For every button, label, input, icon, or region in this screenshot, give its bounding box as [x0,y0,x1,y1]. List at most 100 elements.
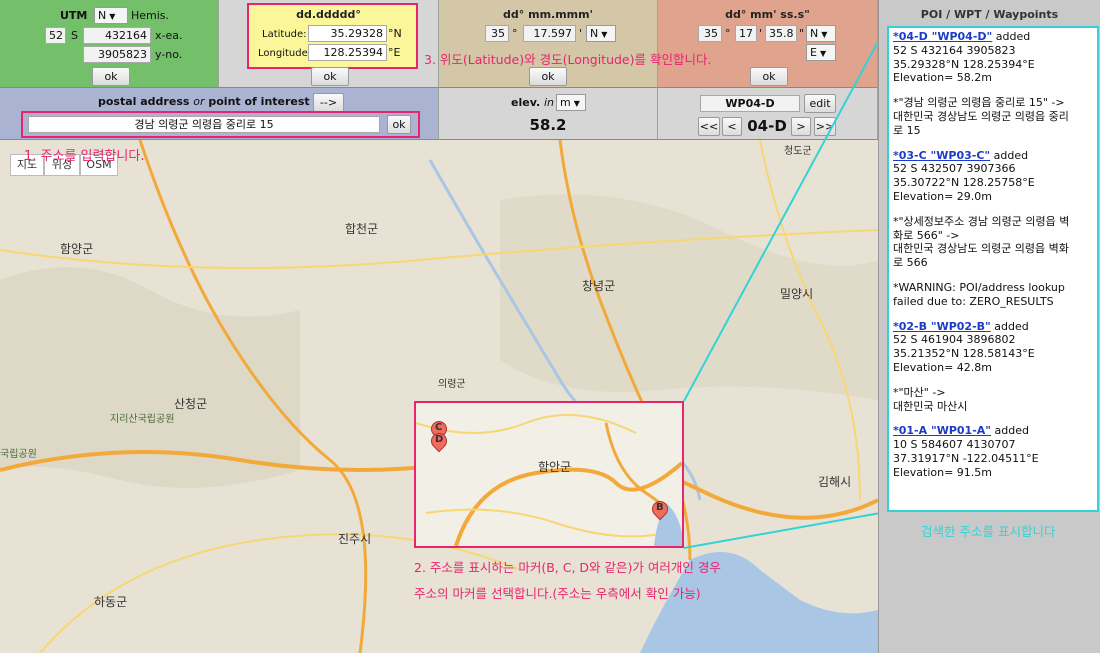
waypoint-log[interactable]: *04-D "WP04-D" added 52 S 432164 3905823 3… [887,26,1099,512]
utm-northing-input[interactable]: 3905823 [83,46,151,63]
log-line: 52 S 461904 3896802 [893,333,1016,347]
log-gap [893,204,1093,215]
log-text-entry: *"상세정보주소 경남 의령군 의령읍 벽 화로 566" -> 대한민국 경상남도… [893,215,1093,270]
log-entry-suffix: added [992,30,1031,43]
log-line: Elevation= 29.0m [893,189,993,203]
dms-degrees-input[interactable]: 35 [698,25,722,42]
address-input[interactable]: 경남 의령군 의령읍 중리로 15 [28,116,380,133]
map-place-label: 의령군 [438,379,466,390]
marker-b-label: B [656,502,664,513]
map-background [0,140,878,653]
address-arrow-button[interactable]: --> [313,93,344,112]
log-entry-header: *01-A "WP01-A" added [893,424,1093,438]
latitude-unit: °N [388,27,402,40]
dms-second-symbol: " [799,27,805,40]
dms-lon-hemisphere-select[interactable]: E [806,44,836,61]
log-gap [893,309,1093,320]
log-line: 로 566 [893,256,928,270]
log-gap [893,85,1093,96]
annotation-step2-line2: 주소의 마커를 선택합니다.(주소는 우측에서 확인 가능) [414,586,701,601]
ddm-minute-symbol: ' [579,27,583,40]
inset-place-label: 함안군 [538,460,572,474]
waypoint-link[interactable]: *03-C "WP03-C" [893,149,990,162]
annotation-step2-line1: 2. 주소를 표시하는 마커(B, C, D와 같은)가 여러개인 경우 [414,560,721,575]
log-waypoint-entry: *04-D "WP04-D" added 52 S 432164 3905823 3… [893,30,1093,85]
log-gap [893,413,1093,424]
longitude-input[interactable]: 128.25394 [308,44,387,61]
waypoint-link[interactable]: *04-D "WP04-D" [893,30,992,43]
ddm-degree-symbol: ° [512,27,518,40]
elevation-title-in: in [544,96,555,109]
ddm-ok-button[interactable]: ok [529,67,567,86]
waypoint-prev-button[interactable]: < [722,117,742,136]
waypoint-next-button[interactable]: > [791,117,811,136]
log-line: 52 S 432164 3905823 [893,43,1016,57]
log-line: *WARNING: POI/address lookup [893,280,1065,294]
dms-panel: dd° mm' ss.s" 35 ° 17 ' 35.8 " N E ok [658,0,878,88]
utm-title: UTM [60,9,88,22]
annotation-step4: 검색한 주소를 표시합니다 [921,524,1056,539]
elevation-panel: elev. in m 58.2 [439,88,658,140]
log-text-entry: *"마산" -> 대한민국 마산시 [893,386,1093,414]
map-place-label: 김해시 [818,475,852,489]
log-line: Elevation= 58.2m [893,71,993,85]
address-panel: postal address or point of interest (poi… [0,88,439,140]
waypoint-link[interactable]: *01-A "WP01-A" [893,424,991,437]
map-place-label: 진주시 [338,532,372,546]
annotation-step3: 3. 위도(Latitude)와 경도(Longitude)를 확인합니다. [424,52,712,67]
map[interactable]: 지도 위성 OSM 합천군 함양군 창녕군 밀양시 의령군 산청군 지리산국립공… [0,140,878,653]
latitude-input[interactable]: 35.29328 [308,25,387,42]
elevation-unit-select[interactable]: m [556,94,586,111]
dms-ok-button[interactable]: ok [750,67,788,86]
map-place-label: 함양군 [60,242,94,256]
waypoints-sidebar: POI / WPT / Waypoints *04-D "WP04-D" add… [878,0,1100,653]
utm-ok-button[interactable]: ok [92,67,130,86]
sidebar-title: POI / WPT / Waypoints [920,8,1059,21]
dms-minutes-input[interactable]: 17 [735,25,757,42]
log-line: 10 S 584607 4130707 [893,438,1016,452]
log-entry-header: *04-D "WP04-D" added [893,30,1093,44]
map-place-label: 합천군 [345,222,379,236]
map-zoom-inset[interactable]: 함안군 C D B [414,401,684,548]
utm-easting-input[interactable]: 432164 [83,27,151,44]
inset-road [416,414,637,434]
waypoint-last-button[interactable]: >> [814,117,836,136]
dms-seconds-input[interactable]: 35.8 [765,25,797,42]
elevation-title-text: elev. [511,96,541,109]
address-ok-button[interactable]: ok [387,115,411,134]
ddm-title: dd° mm.mmm' [503,8,593,21]
log-waypoint-entry: *03-C "WP03-C" added 52 S 432507 3907366 3… [893,149,1093,204]
utm-hemisphere-select[interactable]: N [94,7,128,24]
waypoint-first-button[interactable]: << [698,117,720,136]
waypoint-edit-button[interactable]: edit [804,94,836,113]
utm-panel: UTM N Hemis. 52 S 432164 x-ea. 3905823 y… [0,0,219,88]
ddm-hemisphere-select[interactable]: N [586,25,616,42]
utm-hemis-label: Hemis. [131,9,170,22]
log-gap [893,375,1093,386]
log-line: 52 S 432507 3907366 [893,162,1016,176]
dms-title: dd° mm' ss.s" [725,8,810,21]
marker-c-label: C [435,422,443,433]
map-place-label: 지리산국립공원 [110,414,175,425]
waypoint-name-field[interactable]: WP04-D [700,95,800,112]
log-line: 37.31917°N -122.04511°E [893,451,1039,465]
ddm-minutes-input[interactable]: 17.597 [523,25,576,42]
decimal-ok-button[interactable]: ok [311,67,349,86]
log-text-entry: *WARNING: POI/address lookup failed due t… [893,281,1093,309]
map-place-label: 밀양시 [780,287,814,301]
map-place-label: 창녕군 [582,279,616,293]
log-line: 35.30722°N 128.25758°E [893,176,1035,190]
log-entry-suffix: added [991,424,1029,438]
log-line: 로 15 [893,123,921,137]
log-line: failed due to: ZERO_RESULTS [893,294,1054,308]
utm-northing-label: y-no. [155,48,183,61]
elevation-value: 58.2 [529,116,567,134]
waypoint-link[interactable]: *02-B "WP02-B" [893,320,991,333]
log-line: Elevation= 42.8m [893,360,993,374]
log-waypoint-entry: *01-A "WP01-A" added 10 S 584607 4130707 3… [893,424,1093,479]
address-title-part1: postal address [98,95,190,108]
utm-zone-input[interactable]: 52 [45,27,66,44]
log-entry-header: *03-C "WP03-C" added [893,149,1093,163]
dms-lat-hemisphere-select[interactable]: N [806,25,836,42]
ddm-degrees-input[interactable]: 35 [485,25,509,42]
